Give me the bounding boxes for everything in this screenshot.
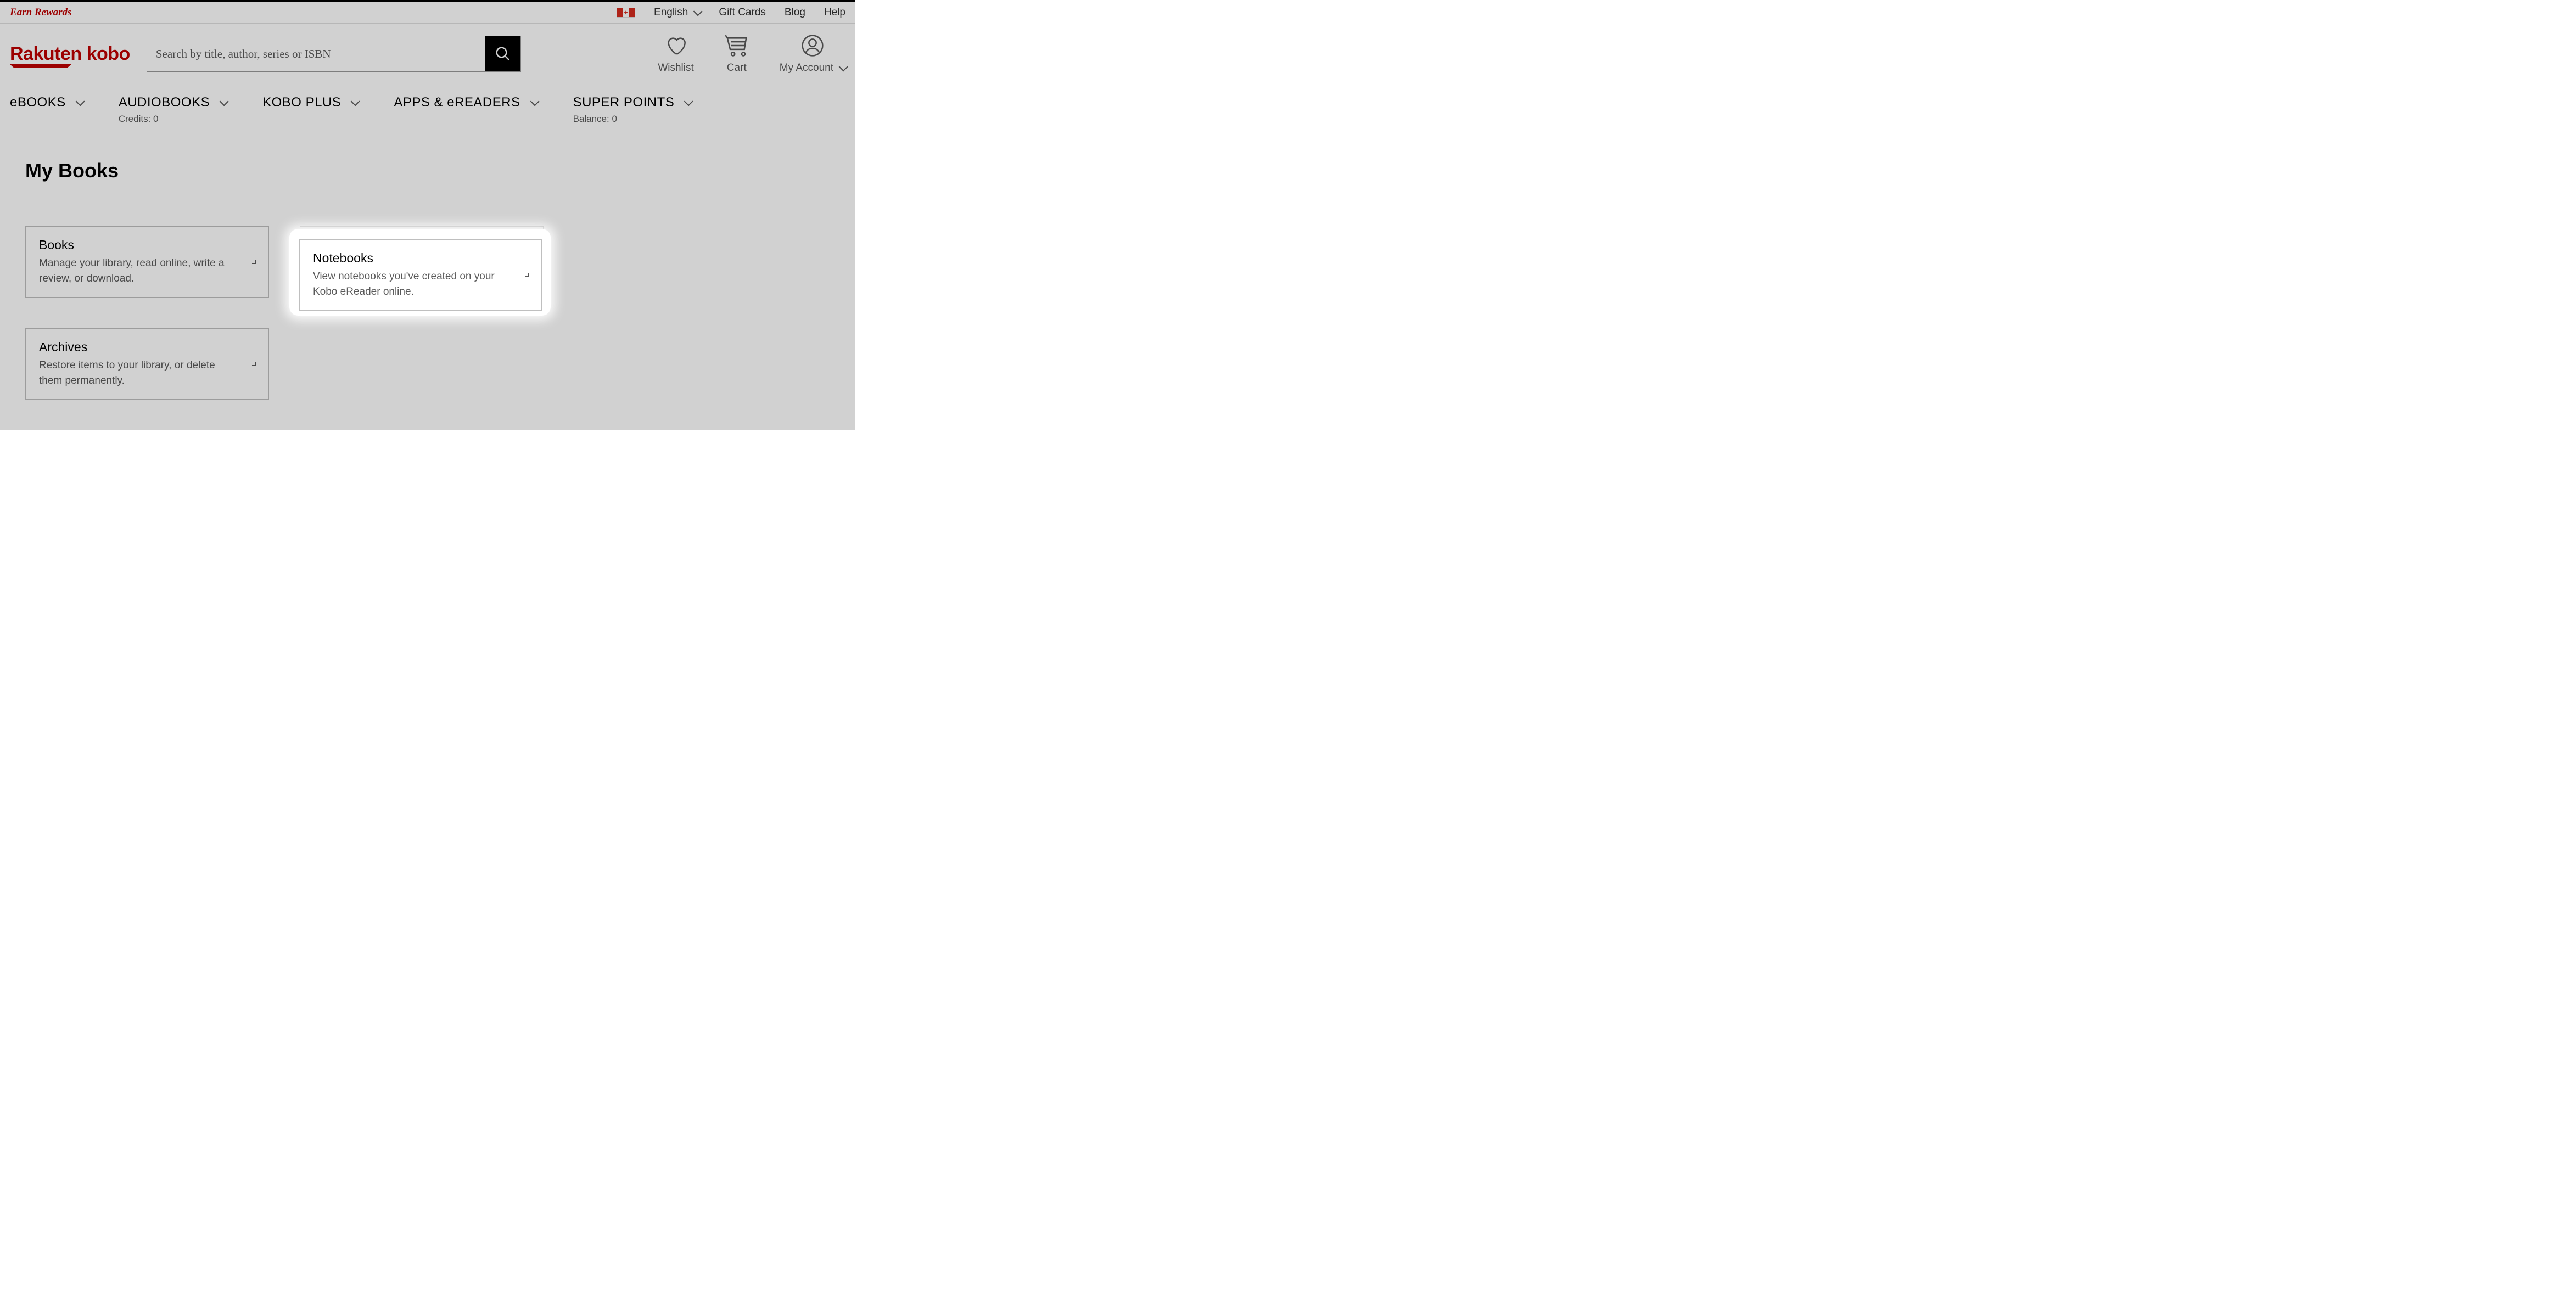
nav-super-points[interactable]: SUPER POINTS Balance: 0 [573, 95, 691, 125]
nav-audiobooks-credits: Credits: 0 [119, 114, 226, 125]
kobo-logo[interactable]: Rakuten kobo [10, 44, 130, 63]
card-archives-desc: Restore items to your library, or delete… [39, 358, 255, 388]
card-notebooks-title: Notebooks [313, 251, 528, 266]
nav-apps-label: APPS & eREADERS [394, 95, 520, 110]
earn-rewards-link[interactable]: Earn Rewards [10, 7, 71, 19]
top-bar-right: ✦ English Gift Cards Blog Help [617, 7, 845, 19]
chevron-down-icon [684, 97, 693, 106]
chevron-down-icon [351, 97, 360, 106]
search-bar [147, 36, 521, 72]
flag-canada-icon: ✦ [617, 8, 635, 18]
chevron-down-icon [839, 62, 848, 71]
search-button[interactable] [485, 36, 520, 71]
nav-super-points-label: SUPER POINTS [573, 95, 675, 110]
country-flag-canada[interactable]: ✦ [617, 8, 635, 18]
my-account-menu[interactable]: My Account [780, 33, 845, 74]
nav-kobo-plus-label: KOBO PLUS [262, 95, 341, 110]
search-input[interactable] [147, 36, 485, 71]
nav-audiobooks[interactable]: AUDIOBOOKS Credits: 0 [119, 95, 226, 125]
wishlist-label: Wishlist [658, 62, 693, 74]
top-bar: Earn Rewards ✦ English Gift Cards Blog H… [0, 2, 855, 24]
logo-text: Rakuten kobo [10, 43, 130, 64]
chevron-down-icon [693, 7, 703, 16]
card-notebooks-highlighted[interactable]: Notebooks View notebooks you've created … [299, 239, 542, 311]
page-title: My Books [25, 159, 830, 182]
cart-label: Cart [727, 62, 747, 74]
blog-link[interactable]: Blog [785, 7, 805, 19]
nav-audiobooks-label: AUDIOBOOKS [119, 95, 210, 110]
card-books-title: Books [39, 238, 255, 253]
nav-apps-ereaders[interactable]: APPS & eREADERS [394, 95, 536, 125]
nav-ebooks[interactable]: eBOOKS [10, 95, 82, 125]
gift-cards-link[interactable]: Gift Cards [719, 7, 766, 19]
search-icon [495, 46, 511, 62]
heart-icon [664, 33, 688, 58]
help-link[interactable]: Help [824, 7, 845, 19]
card-archives-title: Archives [39, 340, 255, 355]
chevron-down-icon [530, 97, 539, 106]
language-label: English [654, 7, 688, 19]
nav-kobo-plus[interactable]: KOBO PLUS [262, 95, 357, 125]
nav-super-points-balance: Balance: 0 [573, 114, 691, 125]
cart-link[interactable]: Cart [724, 33, 750, 74]
chevron-right-icon [252, 260, 256, 264]
card-notebooks-desc: View notebooks you've created on your Ko… [313, 269, 528, 299]
chevron-right-icon [525, 273, 529, 277]
my-account-label: My Account [780, 62, 833, 74]
card-books[interactable]: Books Manage your library, read online, … [25, 226, 269, 298]
wishlist-link[interactable]: Wishlist [658, 33, 693, 74]
user-icon [802, 33, 824, 58]
nav-ebooks-label: eBOOKS [10, 95, 66, 110]
card-archives[interactable]: Archives Restore items to your library, … [25, 328, 269, 400]
language-selector[interactable]: English [654, 7, 700, 19]
cart-icon [724, 33, 750, 58]
header-icons: Wishlist Cart My Account [658, 33, 845, 74]
logo-underline [10, 64, 71, 68]
chevron-down-icon [220, 97, 229, 106]
header: Rakuten kobo Wishlist [0, 24, 855, 84]
chevron-down-icon [75, 97, 85, 106]
main-nav: eBOOKS AUDIOBOOKS Credits: 0 KOBO PLUS A… [0, 84, 855, 137]
card-books-desc: Manage your library, read online, write … [39, 256, 255, 286]
chevron-right-icon [252, 362, 256, 366]
